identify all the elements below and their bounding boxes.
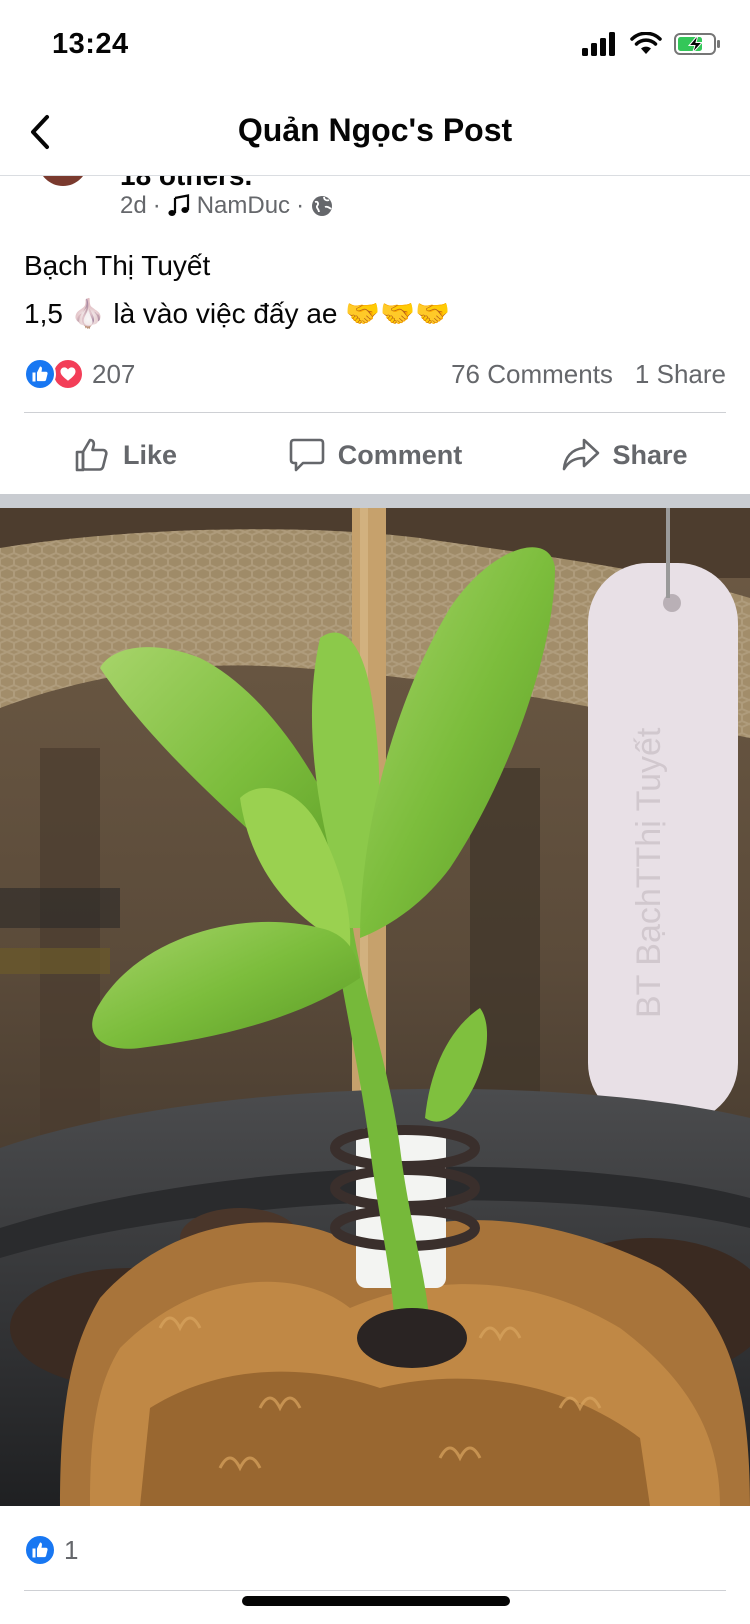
- share-label: Share: [612, 439, 688, 470]
- avatar[interactable]: [38, 176, 88, 186]
- divider: [24, 412, 726, 413]
- status-icons: [582, 32, 722, 56]
- like-reaction-icon: [24, 1534, 56, 1566]
- battery-charging-icon: [674, 33, 720, 55]
- wifi-icon: [630, 32, 662, 54]
- comments-count[interactable]: 76 Comments: [451, 359, 613, 390]
- post-time[interactable]: 2d: [120, 192, 147, 220]
- music-artist[interactable]: NamDuc: [197, 192, 290, 220]
- home-indicator[interactable]: [242, 1596, 510, 1606]
- cellular-signal-icon: [582, 32, 615, 56]
- post-header: 18 others. 2d · NamDuc ·: [0, 176, 750, 236]
- status-bar: 13:24: [0, 0, 750, 90]
- music-note-icon: [168, 194, 189, 216]
- like-label: Like: [122, 439, 178, 470]
- plant-tag-text: BT BạchTThị Tuyết: [630, 727, 668, 1018]
- author-line-peek[interactable]: 18 others.: [120, 176, 252, 192]
- meta-separator: ·: [152, 192, 161, 219]
- nav-bar: Quản Ngọc's Post: [0, 90, 750, 176]
- shares-count[interactable]: 1 Share: [635, 359, 726, 390]
- love-reaction-icon: [52, 358, 84, 390]
- post-text: Bạch Thị Tuyết 1,5 🧄 là vào việc đấy ae …: [24, 242, 724, 338]
- meta-separator: ·: [296, 192, 305, 219]
- reaction-icons[interactable]: [24, 358, 84, 390]
- like-reaction-icon: [24, 358, 56, 390]
- reaction-count[interactable]: 207: [92, 359, 135, 390]
- comment-bubble-icon: [289, 438, 325, 472]
- page-title: Quản Ngọc's Post: [237, 112, 513, 148]
- post-text-line: 1,5 🧄 là vào việc đấy ae 🤝🤝🤝: [24, 298, 450, 329]
- photo-actions-peek: [0, 1604, 750, 1624]
- post-photo[interactable]: BT BạchTThị Tuyết: [0, 508, 750, 1506]
- post-meta: 2d · NamDuc ·: [120, 192, 334, 220]
- thumbs-up-icon: [75, 438, 108, 472]
- reactions-summary: 207 76 Comments 1 Share: [24, 354, 726, 394]
- section-separator: [0, 494, 750, 508]
- post-text-line: Bạch Thị Tuyết: [24, 250, 211, 281]
- share-arrow-icon: [563, 438, 600, 471]
- globe-icon: [312, 196, 333, 216]
- photo-reaction-count: 1: [64, 1534, 79, 1565]
- post-actions: Like Comment Share: [0, 420, 750, 490]
- engagement-counts: 76 Comments 1 Share: [451, 359, 726, 390]
- share-button[interactable]: Share: [500, 420, 750, 490]
- divider: [24, 1590, 726, 1591]
- comment-button[interactable]: Comment: [250, 420, 500, 490]
- photo-reactions[interactable]: 1: [24, 1534, 78, 1566]
- comment-label: Comment: [337, 439, 463, 470]
- orchid-seedling-illustration: BT BạchTThị Tuyết: [0, 508, 750, 1506]
- like-button[interactable]: Like: [0, 420, 250, 490]
- status-time: 13:24: [52, 28, 129, 60]
